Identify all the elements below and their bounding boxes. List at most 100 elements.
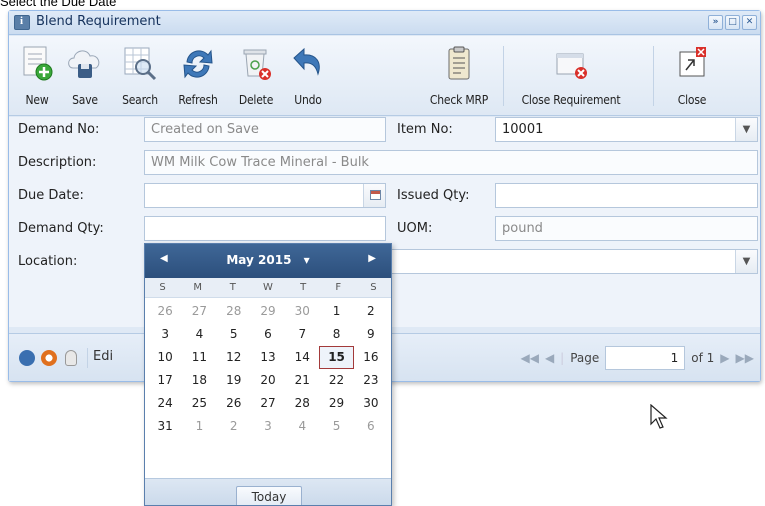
recycle-bin-icon [243,49,271,80]
calendar-day[interactable]: 8 [319,323,353,346]
prev-page-icon[interactable]: ◀ [545,351,554,365]
pager-separator: | [560,351,565,365]
calendar-day[interactable]: 19 [217,369,251,392]
calendar-day[interactable]: 31 [148,415,182,438]
calendar-day[interactable]: 21 [285,369,319,392]
calendar-day[interactable]: 28 [217,300,251,323]
calendar-icon[interactable] [363,184,385,207]
chevron-down-icon[interactable]: ▼ [735,118,757,141]
date-picker-footer: Today [145,478,391,505]
calendar-day[interactable]: 30 [354,392,388,415]
calendar-week-row: 10 11 12 13 14 15 16 [148,346,388,369]
calendar-day[interactable]: 1 [319,300,353,323]
undo-label: Undo [294,93,322,107]
calendar-day[interactable]: 5 [217,323,251,346]
undo-button[interactable]: Undo [285,44,331,110]
calendar-day[interactable]: 14 [285,346,319,369]
calendar-day[interactable]: 12 [217,346,251,369]
calendar-day[interactable]: 6 [251,323,285,346]
close-label: Close [677,93,707,107]
today-button[interactable]: Today [236,486,302,505]
calendar-day[interactable]: 9 [354,323,388,346]
save-button[interactable]: Save [65,44,105,110]
window-controls: » □ ✕ [708,15,757,30]
edit-label[interactable]: Edi [93,349,113,364]
calendar-day[interactable]: 30 [285,300,319,323]
description-field[interactable]: WM Milk Cow Trace Mineral - Bulk [144,150,758,175]
calendar-day[interactable]: 29 [319,392,353,415]
calendar-day[interactable]: 22 [319,369,353,392]
calendar-day[interactable]: 23 [354,369,388,392]
calendar-day[interactable]: 18 [182,369,216,392]
next-month-icon[interactable]: ▶ [368,253,376,264]
close-window-icon[interactable]: ✕ [742,15,757,30]
new-document-icon [23,46,53,81]
due-date-field[interactable] [144,183,386,208]
calendar-day[interactable]: 3 [148,323,182,346]
calendar-day[interactable]: 1 [182,415,216,438]
calendar-day[interactable]: 26 [217,392,251,415]
last-page-icon[interactable]: ▶▶ [736,351,754,365]
calendar-day[interactable]: 13 [251,346,285,369]
calendar-day[interactable]: 26 [148,300,182,323]
calendar-day[interactable]: 16 [354,346,388,369]
calendar-day[interactable]: 17 [148,369,182,392]
chevron-down-icon[interactable]: ▼ [735,250,757,273]
uom-field[interactable]: pound [495,216,758,241]
demand-qty-field[interactable] [144,216,386,241]
collapse-window-icon[interactable]: » [708,15,723,30]
search-button[interactable]: Search [113,44,167,110]
maximize-window-icon[interactable]: □ [725,15,740,30]
support-lifebuoy-icon[interactable] [41,350,57,366]
item-no-combo[interactable]: 10001 ▼ [495,117,758,142]
close-requirement-button[interactable]: Close Requirement [509,44,633,110]
clipboard-icon [448,46,470,80]
refresh-button[interactable]: Refresh [171,44,225,110]
date-picker: ◀ May 2015 ▾ ▶ SMTWTFS 26 27 28 29 30 1 2 3 4 5 6 7… [144,243,392,506]
check-mrp-button[interactable]: Check MRP [421,44,497,110]
calendar-day[interactable]: 2 [217,415,251,438]
first-page-icon[interactable]: ◀◀ [520,351,538,365]
calendar-week-row: 17 18 19 20 21 22 23 [148,369,388,392]
calendar-day[interactable]: 29 [251,300,285,323]
calendar-day[interactable]: 6 [354,415,388,438]
calendar-day[interactable]: 27 [251,392,285,415]
calendar-day-selected[interactable]: 15 [319,346,354,369]
save-label: Save [72,93,98,107]
calendar-day[interactable]: 25 [182,392,216,415]
new-button[interactable]: New [15,44,59,110]
issued-qty-field[interactable] [495,183,758,208]
calendar-day[interactable]: 28 [285,392,319,415]
calendar-day[interactable]: 2 [354,300,388,323]
demand-no-label: Demand No: [18,122,100,137]
due-date-label: Due Date: [18,188,84,203]
uom-label: UOM: [397,221,433,236]
calendar-day[interactable]: 5 [319,415,353,438]
calendar-day[interactable]: 11 [182,346,216,369]
calendar-week-row: 3456789 [148,323,388,346]
help-icon[interactable] [19,350,35,366]
close-button[interactable]: Close [667,44,717,110]
weekday-label: M [193,282,203,293]
of-pages-label: of 1 [691,351,715,365]
calendar-day[interactable]: 3 [251,415,285,438]
calendar-day[interactable]: 4 [285,415,319,438]
page-label: Page [570,351,600,365]
issued-qty-label: Issued Qty: [397,188,470,203]
lightbulb-icon[interactable] [65,350,77,366]
calendar-day[interactable]: 24 [148,392,182,415]
toolbar-separator [503,46,504,106]
page-number-input[interactable]: 1 [605,346,686,370]
month-selector[interactable]: May 2015 ▾ [145,253,391,267]
calendar-day[interactable]: 10 [148,346,182,369]
calendar-day[interactable]: 4 [182,323,216,346]
next-page-icon[interactable]: ▶ [720,351,729,365]
window-titlebar[interactable]: Blend Requirement » □ ✕ [9,11,760,35]
calendar-day[interactable]: 20 [251,369,285,392]
check-mrp-label: Check MRP [429,93,489,107]
demand-no-field[interactable]: Created on Save [144,117,386,142]
delete-button[interactable]: Delete [231,44,281,110]
month-label: May 2015 [226,253,292,267]
calendar-day[interactable]: 27 [182,300,216,323]
calendar-day[interactable]: 7 [285,323,319,346]
